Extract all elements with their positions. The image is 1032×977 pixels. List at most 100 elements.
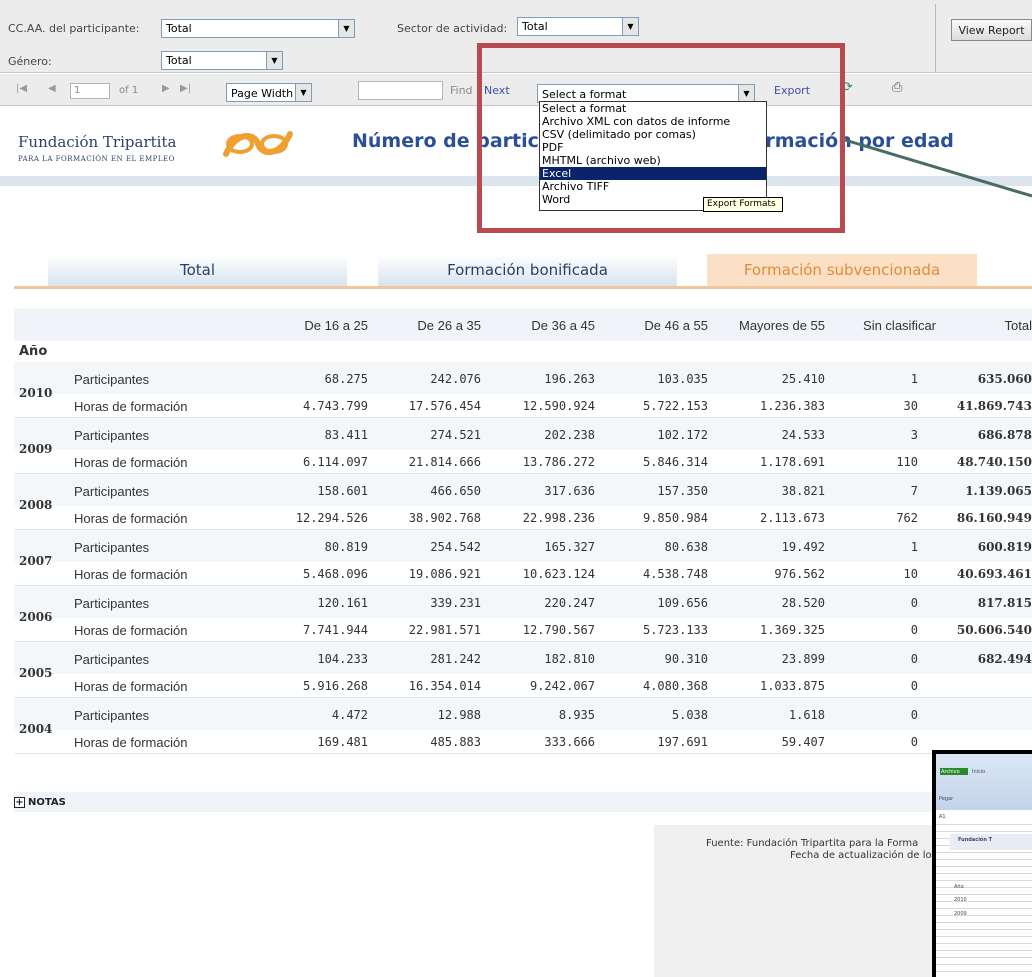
- page-number-input[interactable]: 1: [70, 83, 110, 99]
- tab-total[interactable]: Total: [48, 254, 347, 286]
- find-link[interactable]: Find: [450, 84, 473, 97]
- excel-tab-inicio: Inicio: [972, 769, 986, 775]
- param-divider: [935, 4, 936, 72]
- column-header: Total: [1004, 318, 1032, 333]
- table-cell: 196.263: [544, 372, 595, 386]
- year-label: 2009: [19, 442, 53, 456]
- table-row-band: [14, 418, 1032, 450]
- table-cell: 120.161: [317, 596, 368, 610]
- find-input[interactable]: [358, 81, 443, 100]
- zoom-select[interactable]: Page Width ▼: [226, 83, 312, 102]
- excel-row-year: 2010: [954, 897, 967, 903]
- table-cell: 17.576.454: [408, 399, 481, 413]
- table-cell: 3: [910, 428, 918, 442]
- table-cell: 762: [896, 511, 918, 525]
- expand-icon[interactable]: +: [14, 796, 25, 808]
- table-cell: 21.814.666: [408, 455, 481, 469]
- sector-select[interactable]: Total ▼: [517, 17, 639, 36]
- table-row-band: [14, 530, 1032, 562]
- table-cell: 202.238: [544, 428, 595, 442]
- table-cell: 10: [903, 567, 918, 581]
- column-header: Mayores de 55: [739, 318, 825, 333]
- row-label: Horas de formación: [74, 511, 188, 526]
- table-cell: 16.354.014: [408, 679, 481, 693]
- chevron-down-icon: ▼: [338, 20, 354, 37]
- table-cell: 50.606.540: [956, 623, 1032, 637]
- table-cell: 686.878: [977, 428, 1032, 442]
- genero-select[interactable]: Total ▼: [161, 51, 283, 70]
- table-cell: 182.810: [544, 652, 595, 666]
- table-cell: 90.310: [664, 652, 708, 666]
- view-report-button[interactable]: View Report: [951, 19, 1032, 41]
- table-cell: 317.636: [544, 484, 595, 498]
- table-cell: 5.722.153: [642, 399, 708, 413]
- table-cell: 600.819: [977, 540, 1032, 554]
- table-cell: 169.481: [317, 735, 368, 749]
- notas-section[interactable]: + NOTAS: [14, 792, 1032, 812]
- next-page-icon[interactable]: ▶: [162, 83, 170, 94]
- table-cell: 485.883: [430, 735, 481, 749]
- previous-page-icon[interactable]: ◀: [48, 83, 56, 94]
- table-cell: 220.247: [544, 596, 595, 610]
- table-cell: 6.114.097: [302, 455, 368, 469]
- row-label: Horas de formación: [74, 399, 188, 414]
- table-cell: 4.472: [331, 708, 368, 722]
- table-cell: 0: [910, 623, 918, 637]
- table-cell: 40.693.461: [956, 567, 1032, 581]
- year-label: 2006: [19, 610, 53, 624]
- table-cell: 12.590.924: [522, 399, 595, 413]
- table-row-band: [14, 586, 1032, 618]
- table-cell: 22.981.571: [408, 623, 481, 637]
- table-cell: 103.035: [657, 372, 708, 386]
- table-cell: 86.160.949: [956, 511, 1032, 525]
- genero-label: Género:: [8, 55, 52, 68]
- table-cell: 0: [910, 735, 918, 749]
- table-cell: 281.242: [430, 652, 481, 666]
- ccaa-select[interactable]: Total ▼: [161, 19, 355, 38]
- table-cell: 7: [910, 484, 918, 498]
- table-cell: 38.902.768: [408, 511, 481, 525]
- ccaa-select-value: Total: [166, 22, 192, 35]
- table-cell: 197.691: [657, 735, 708, 749]
- table-cell: 157.350: [657, 484, 708, 498]
- table-cell: 19.086.921: [408, 567, 481, 581]
- table-cell: 1.369.325: [759, 623, 825, 637]
- footer-source: Fuente: Fundación Tripartita para la For…: [706, 838, 919, 849]
- row-label: Horas de formación: [74, 735, 188, 750]
- last-page-icon[interactable]: ▶|: [180, 83, 191, 94]
- table-cell: 12.988: [437, 708, 481, 722]
- table-cell: 1.236.383: [759, 399, 825, 413]
- tab-underline: [14, 286, 1032, 289]
- table-cell: 9.242.067: [529, 679, 595, 693]
- logo-icon: [223, 131, 293, 157]
- table-cell: 48.740.150: [956, 455, 1032, 469]
- table-cell: 5.846.314: [642, 455, 708, 469]
- tab-formacion-bonificada[interactable]: Formación bonificada: [378, 254, 677, 286]
- first-page-icon[interactable]: |◀: [16, 83, 27, 94]
- table-cell: 158.601: [317, 484, 368, 498]
- table-cell: 68.275: [324, 372, 368, 386]
- row-label: Horas de formación: [74, 567, 188, 582]
- table-cell: 9.850.984: [642, 511, 708, 525]
- table-row-band: [14, 474, 1032, 506]
- excel-window: Archivo Inicio Pegar A1 Fundación T Año …: [936, 754, 1032, 977]
- row-separator: [14, 753, 1032, 754]
- table-cell: 5.916.268: [302, 679, 368, 693]
- year-label: 2005: [19, 666, 53, 680]
- table-cell: 254.542: [430, 540, 481, 554]
- table-cell: 4.743.799: [302, 399, 368, 413]
- print-icon[interactable]: ⎙: [892, 80, 902, 95]
- table-cell: 80.638: [664, 540, 708, 554]
- table-cell: 274.521: [430, 428, 481, 442]
- tab-formacion-subvencionada[interactable]: Formación subvencionada: [707, 254, 977, 286]
- table-cell: 0: [910, 652, 918, 666]
- row-label: Participantes: [74, 708, 150, 723]
- notas-label: NOTAS: [28, 796, 66, 808]
- table-cell: 24.533: [781, 428, 825, 442]
- table-cell: 59.407: [781, 735, 825, 749]
- row-label: Participantes: [74, 372, 150, 387]
- org-subtitle: PARA LA FORMACIÓN EN EL EMPLEO: [18, 155, 175, 163]
- table-cell: 2.113.673: [759, 511, 825, 525]
- table-cell: 10.623.124: [522, 567, 595, 581]
- row-label: Horas de formación: [74, 679, 188, 694]
